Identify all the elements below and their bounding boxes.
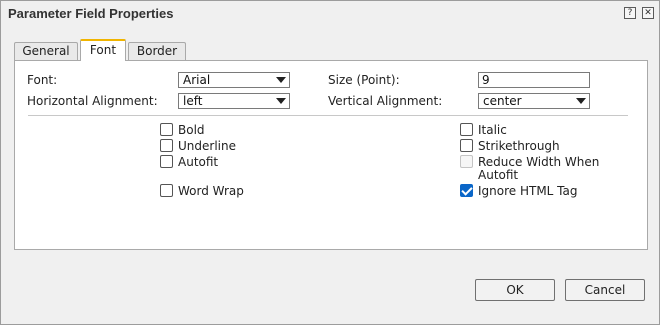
bold-label: Bold	[178, 123, 205, 137]
chevron-down-icon	[276, 98, 286, 104]
word-wrap-checkbox[interactable]	[160, 184, 173, 197]
font-select[interactable]: Arial	[178, 72, 290, 88]
reduce-width-checkbox	[460, 155, 473, 168]
autofit-checkbox[interactable]	[160, 155, 173, 168]
chevron-down-icon	[276, 77, 286, 83]
ignore-html-tag-checkbox[interactable]	[460, 184, 473, 197]
tab-general[interactable]: General	[14, 42, 78, 61]
strikethrough-checkbox[interactable]	[460, 139, 473, 152]
word-wrap-label: Word Wrap	[178, 184, 244, 198]
underline-checkbox[interactable]	[160, 139, 173, 152]
font-label: Font:	[27, 73, 58, 87]
bold-checkbox[interactable]	[160, 123, 173, 136]
italic-checkbox[interactable]	[460, 123, 473, 136]
ignore-html-tag-label: Ignore HTML Tag	[478, 184, 578, 198]
size-input[interactable]: 9	[478, 72, 590, 88]
close-icon[interactable]: ✕	[642, 7, 654, 19]
cancel-button[interactable]: Cancel	[565, 279, 645, 301]
ok-button[interactable]: OK	[475, 279, 555, 301]
parameter-field-properties-dialog: Parameter Field Properties ? ✕ General F…	[0, 0, 660, 325]
reduce-width-label-line2: Autofit	[478, 168, 519, 182]
vertical-alignment-value: center	[483, 94, 522, 108]
autofit-label: Autofit	[178, 155, 219, 169]
title-bar: Parameter Field Properties ? ✕	[1, 1, 659, 27]
help-icon[interactable]: ?	[624, 7, 636, 19]
font-tab-panel: Font: Arial Size (Point): 9 Horizontal A…	[14, 60, 648, 250]
font-select-value: Arial	[183, 73, 211, 87]
tab-border[interactable]: Border	[128, 42, 186, 61]
horizontal-alignment-select[interactable]: left	[178, 93, 290, 109]
dialog-title: Parameter Field Properties	[8, 6, 174, 21]
chevron-down-icon	[576, 98, 586, 104]
reduce-width-label-line1: Reduce Width When	[478, 155, 600, 169]
horizontal-alignment-value: left	[183, 94, 203, 108]
divider	[28, 115, 628, 116]
strikethrough-label: Strikethrough	[478, 139, 560, 153]
size-input-value: 9	[482, 73, 490, 87]
underline-label: Underline	[178, 139, 236, 153]
tab-font[interactable]: Font	[80, 39, 126, 61]
horizontal-alignment-label: Horizontal Alignment:	[27, 94, 158, 108]
size-label: Size (Point):	[328, 73, 400, 87]
vertical-alignment-select[interactable]: center	[478, 93, 590, 109]
italic-label: Italic	[478, 123, 507, 137]
vertical-alignment-label: Vertical Alignment:	[328, 94, 443, 108]
